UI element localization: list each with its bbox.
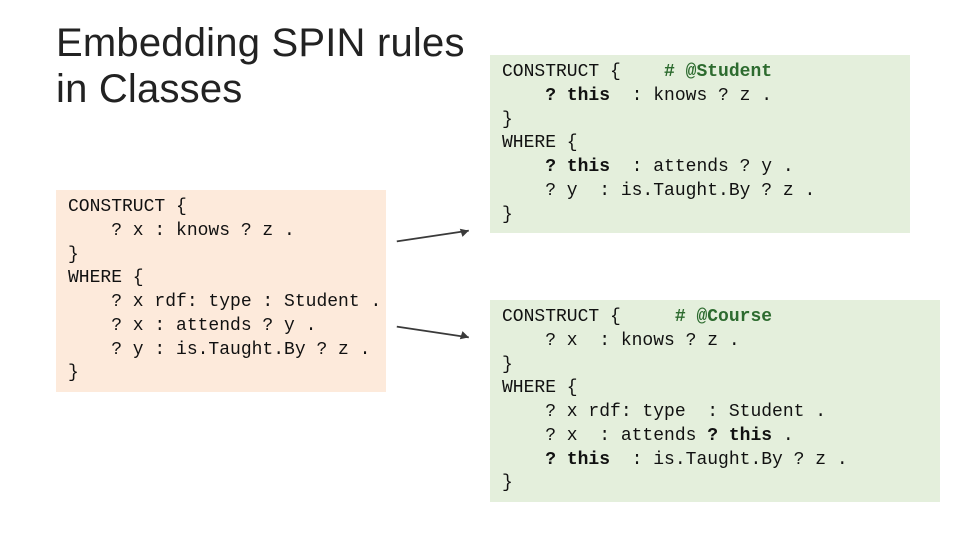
code-line	[502, 86, 545, 106]
code-block-course: CONSTRUCT { # @Course ? x : knows ? z . …	[490, 300, 940, 502]
annotation-course: # @Course	[675, 307, 772, 327]
this-keyword: ? this	[545, 86, 610, 106]
code-block-student: CONSTRUCT { # @Student ? this : knows ? …	[490, 55, 910, 233]
code-line: ? y : is.Taught.By ? z .	[68, 340, 370, 360]
code-line: : knows ? z .	[610, 86, 772, 106]
code-line: CONSTRUCT {	[502, 62, 621, 82]
code-line: ? x : knows ? z .	[502, 331, 740, 351]
title-line-2: in Classes	[56, 67, 243, 111]
code-line: }	[502, 110, 513, 130]
code-line: : is.Taught.By ? z .	[610, 450, 848, 470]
page-title: Embedding SPIN rules in Classes	[56, 20, 465, 112]
this-keyword: ? this	[707, 426, 772, 446]
arrow-icon	[395, 226, 485, 246]
code-line: }	[502, 355, 513, 375]
code-line: ? x rdf: type : Student .	[68, 292, 381, 312]
code-line: WHERE {	[502, 133, 578, 153]
code-line: WHERE {	[502, 378, 578, 398]
arrow-icon	[395, 322, 485, 342]
code-line: }	[68, 363, 79, 383]
code-line: }	[502, 205, 513, 225]
slide: Embedding SPIN rules in Classes CONSTRUC…	[0, 0, 960, 540]
this-keyword: ? this	[545, 450, 610, 470]
code-line: .	[772, 426, 794, 446]
title-line-1: Embedding SPIN rules	[56, 21, 465, 65]
code-line: ? x : attends	[502, 426, 707, 446]
annotation-student: # @Student	[664, 62, 772, 82]
code-block-original: CONSTRUCT { ? x : knows ? z . } WHERE { …	[56, 190, 386, 392]
code-line: ? x rdf: type : Student .	[502, 402, 826, 422]
code-line: ? x : attends ? y .	[68, 316, 316, 336]
this-keyword: ? this	[545, 157, 610, 177]
code-line: }	[502, 473, 513, 493]
code-line: WHERE {	[68, 268, 144, 288]
code-line: ? x : knows ? z .	[68, 221, 295, 241]
code-line: CONSTRUCT {	[502, 307, 621, 327]
code-line: }	[68, 245, 79, 265]
code-line	[502, 157, 545, 177]
code-line	[502, 450, 545, 470]
code-line: : attends ? y .	[610, 157, 794, 177]
code-line: ? y : is.Taught.By ? z .	[502, 181, 815, 201]
code-line: CONSTRUCT {	[68, 197, 187, 217]
